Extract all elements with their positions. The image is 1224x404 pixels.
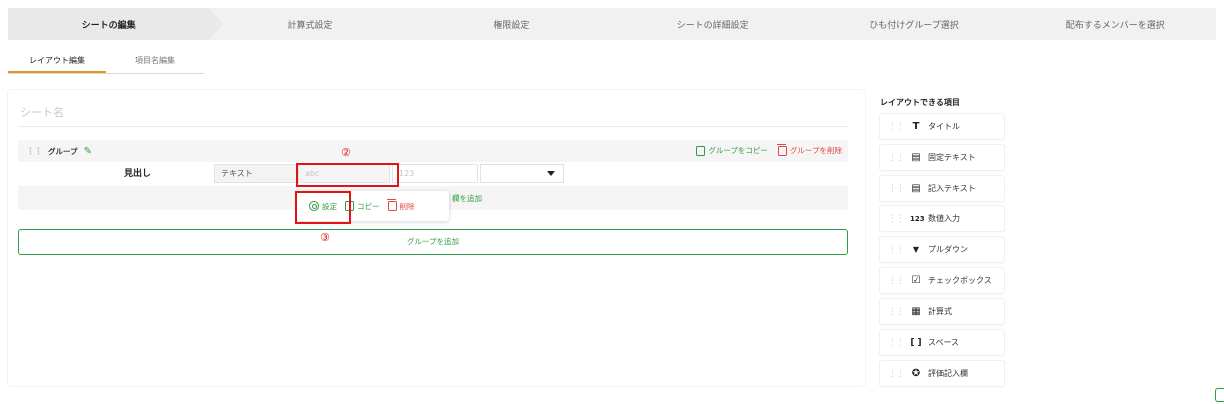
checkbox-icon: ☑: [911, 275, 921, 286]
step-label: 計算式設定: [287, 20, 333, 31]
delete-group-label: グループを削除: [789, 146, 842, 155]
copy-group-button[interactable]: グループをコピー: [696, 145, 768, 156]
step-sheet-detail-settings[interactable]: シートの詳細設定: [612, 8, 813, 40]
progress-stepper: シートの編集 計算式設定 権限設定 シートの詳細設定 ひも付けグループ選択 配布…: [8, 8, 1216, 40]
copy-label: コピー: [357, 201, 380, 211]
group-header: ⋮⋮ グループ ✎: [26, 146, 92, 157]
palette-item-label: 数値入力: [928, 214, 960, 223]
palette-item-dropdown[interactable]: ⋮⋮ ▼ プルダウン: [880, 237, 1004, 262]
highlight-box-2: [296, 163, 399, 187]
sheet-name-underline: [18, 126, 848, 127]
palette-item-label: 計算式: [928, 307, 952, 316]
palette-item-label: プルダウン: [928, 245, 968, 254]
palette-item-label: スペース: [928, 338, 960, 347]
delete-field-button[interactable]: 削除: [386, 199, 415, 212]
drag-handle-icon[interactable]: ⋮⋮: [26, 147, 43, 157]
number-field-cell[interactable]: 123: [392, 164, 478, 183]
step-label: シートの編集: [81, 20, 136, 31]
input-text-icon: ▤: [911, 183, 921, 194]
step-linked-group-select[interactable]: ひも付けグループ選択: [813, 8, 1014, 40]
copy-group-label: グループをコピー: [708, 146, 768, 155]
palette-title: レイアウトできる項目: [880, 98, 960, 107]
drag-handle-icon: ⋮⋮: [888, 337, 905, 348]
dropdown-field-cell[interactable]: [480, 164, 564, 183]
title-icon: T: [912, 121, 920, 132]
trash-icon: [776, 143, 787, 156]
group-title: グループ: [48, 147, 78, 156]
caret-down-icon: [547, 171, 555, 176]
delete-group-button[interactable]: グループを削除: [776, 143, 842, 156]
row-heading-label: 見出し: [124, 169, 152, 179]
annotation-number-2: ②: [341, 146, 351, 159]
evaluation-icon: ✪: [911, 368, 921, 379]
trash-icon: [386, 199, 397, 211]
palette-item-number-input[interactable]: ⋮⋮ 123 数値入力: [880, 206, 1004, 231]
space-icon: [ ]: [910, 337, 922, 348]
delete-label: 削除: [399, 201, 415, 211]
pencil-icon[interactable]: ✎: [84, 146, 92, 157]
help-tab-icon[interactable]: [1215, 388, 1224, 402]
palette-item-space[interactable]: ⋮⋮ [ ] スペース: [880, 330, 1004, 355]
palette-item-evaluation[interactable]: ⋮⋮ ✪ 評価記入欄: [880, 361, 1004, 386]
drag-handle-icon: ⋮⋮: [888, 183, 905, 194]
palette-item-label: 評価記入欄: [928, 369, 968, 378]
step-label: ひも付けグループ選択: [869, 20, 959, 31]
sheet-name-input[interactable]: シート名: [20, 104, 64, 120]
palette-item-checkbox[interactable]: ⋮⋮ ☑ チェックボックス: [880, 268, 1004, 293]
add-group-button[interactable]: グループを追加: [18, 229, 848, 255]
palette-item-input-text[interactable]: ⋮⋮ ▤ 記入テキスト: [880, 176, 1004, 201]
drag-handle-icon: ⋮⋮: [888, 275, 905, 286]
drag-handle-icon: ⋮⋮: [888, 368, 905, 379]
step-label: 権限設定: [493, 20, 530, 31]
palette-item-label: チェックボックス: [928, 276, 992, 285]
tab-item-name-edit[interactable]: 項目名編集: [106, 52, 204, 73]
add-item-link[interactable]: 欄を追加: [452, 193, 482, 204]
step-sheet-edit[interactable]: シートの編集: [8, 8, 224, 40]
dropdown-icon: ▼: [912, 245, 920, 254]
step-permission-settings[interactable]: 権限設定: [411, 8, 612, 40]
tab-layout-edit[interactable]: レイアウト編集: [8, 52, 106, 73]
sub-tabs: レイアウト編集 項目名編集: [8, 52, 204, 74]
palette-item-fixed-text[interactable]: ⋮⋮ ▤ 固定テキスト: [880, 145, 1004, 170]
fixed-text-icon: ▤: [911, 152, 921, 163]
step-label: 配布するメンバーを選択: [1065, 20, 1165, 31]
drag-handle-icon: ⋮⋮: [888, 213, 905, 224]
palette-item-label: 固定テキスト: [928, 153, 976, 162]
field-type-cell[interactable]: テキスト: [214, 164, 298, 183]
drag-handle-icon: ⋮⋮: [888, 306, 905, 317]
drag-handle-icon: ⋮⋮: [888, 244, 905, 255]
highlight-box-3: [295, 191, 351, 224]
drag-handle-icon: ⋮⋮: [888, 121, 905, 132]
palette-item-title[interactable]: ⋮⋮ T タイトル: [880, 114, 1004, 139]
formula-icon: ▦: [911, 306, 921, 317]
step-formula-settings[interactable]: 計算式設定: [209, 8, 410, 40]
group-actions: グループをコピー グループを削除: [696, 143, 842, 156]
palette-item-formula[interactable]: ⋮⋮ ▦ 計算式: [880, 299, 1004, 324]
palette-item-label: タイトル: [928, 122, 960, 131]
drag-handle-icon: ⋮⋮: [888, 152, 905, 163]
step-member-select[interactable]: 配布するメンバーを選択: [1015, 8, 1216, 40]
copy-icon: [696, 145, 706, 156]
step-label: シートの詳細設定: [676, 20, 749, 31]
number-input-icon: 123: [910, 214, 925, 223]
palette-item-label: 記入テキスト: [928, 184, 976, 193]
